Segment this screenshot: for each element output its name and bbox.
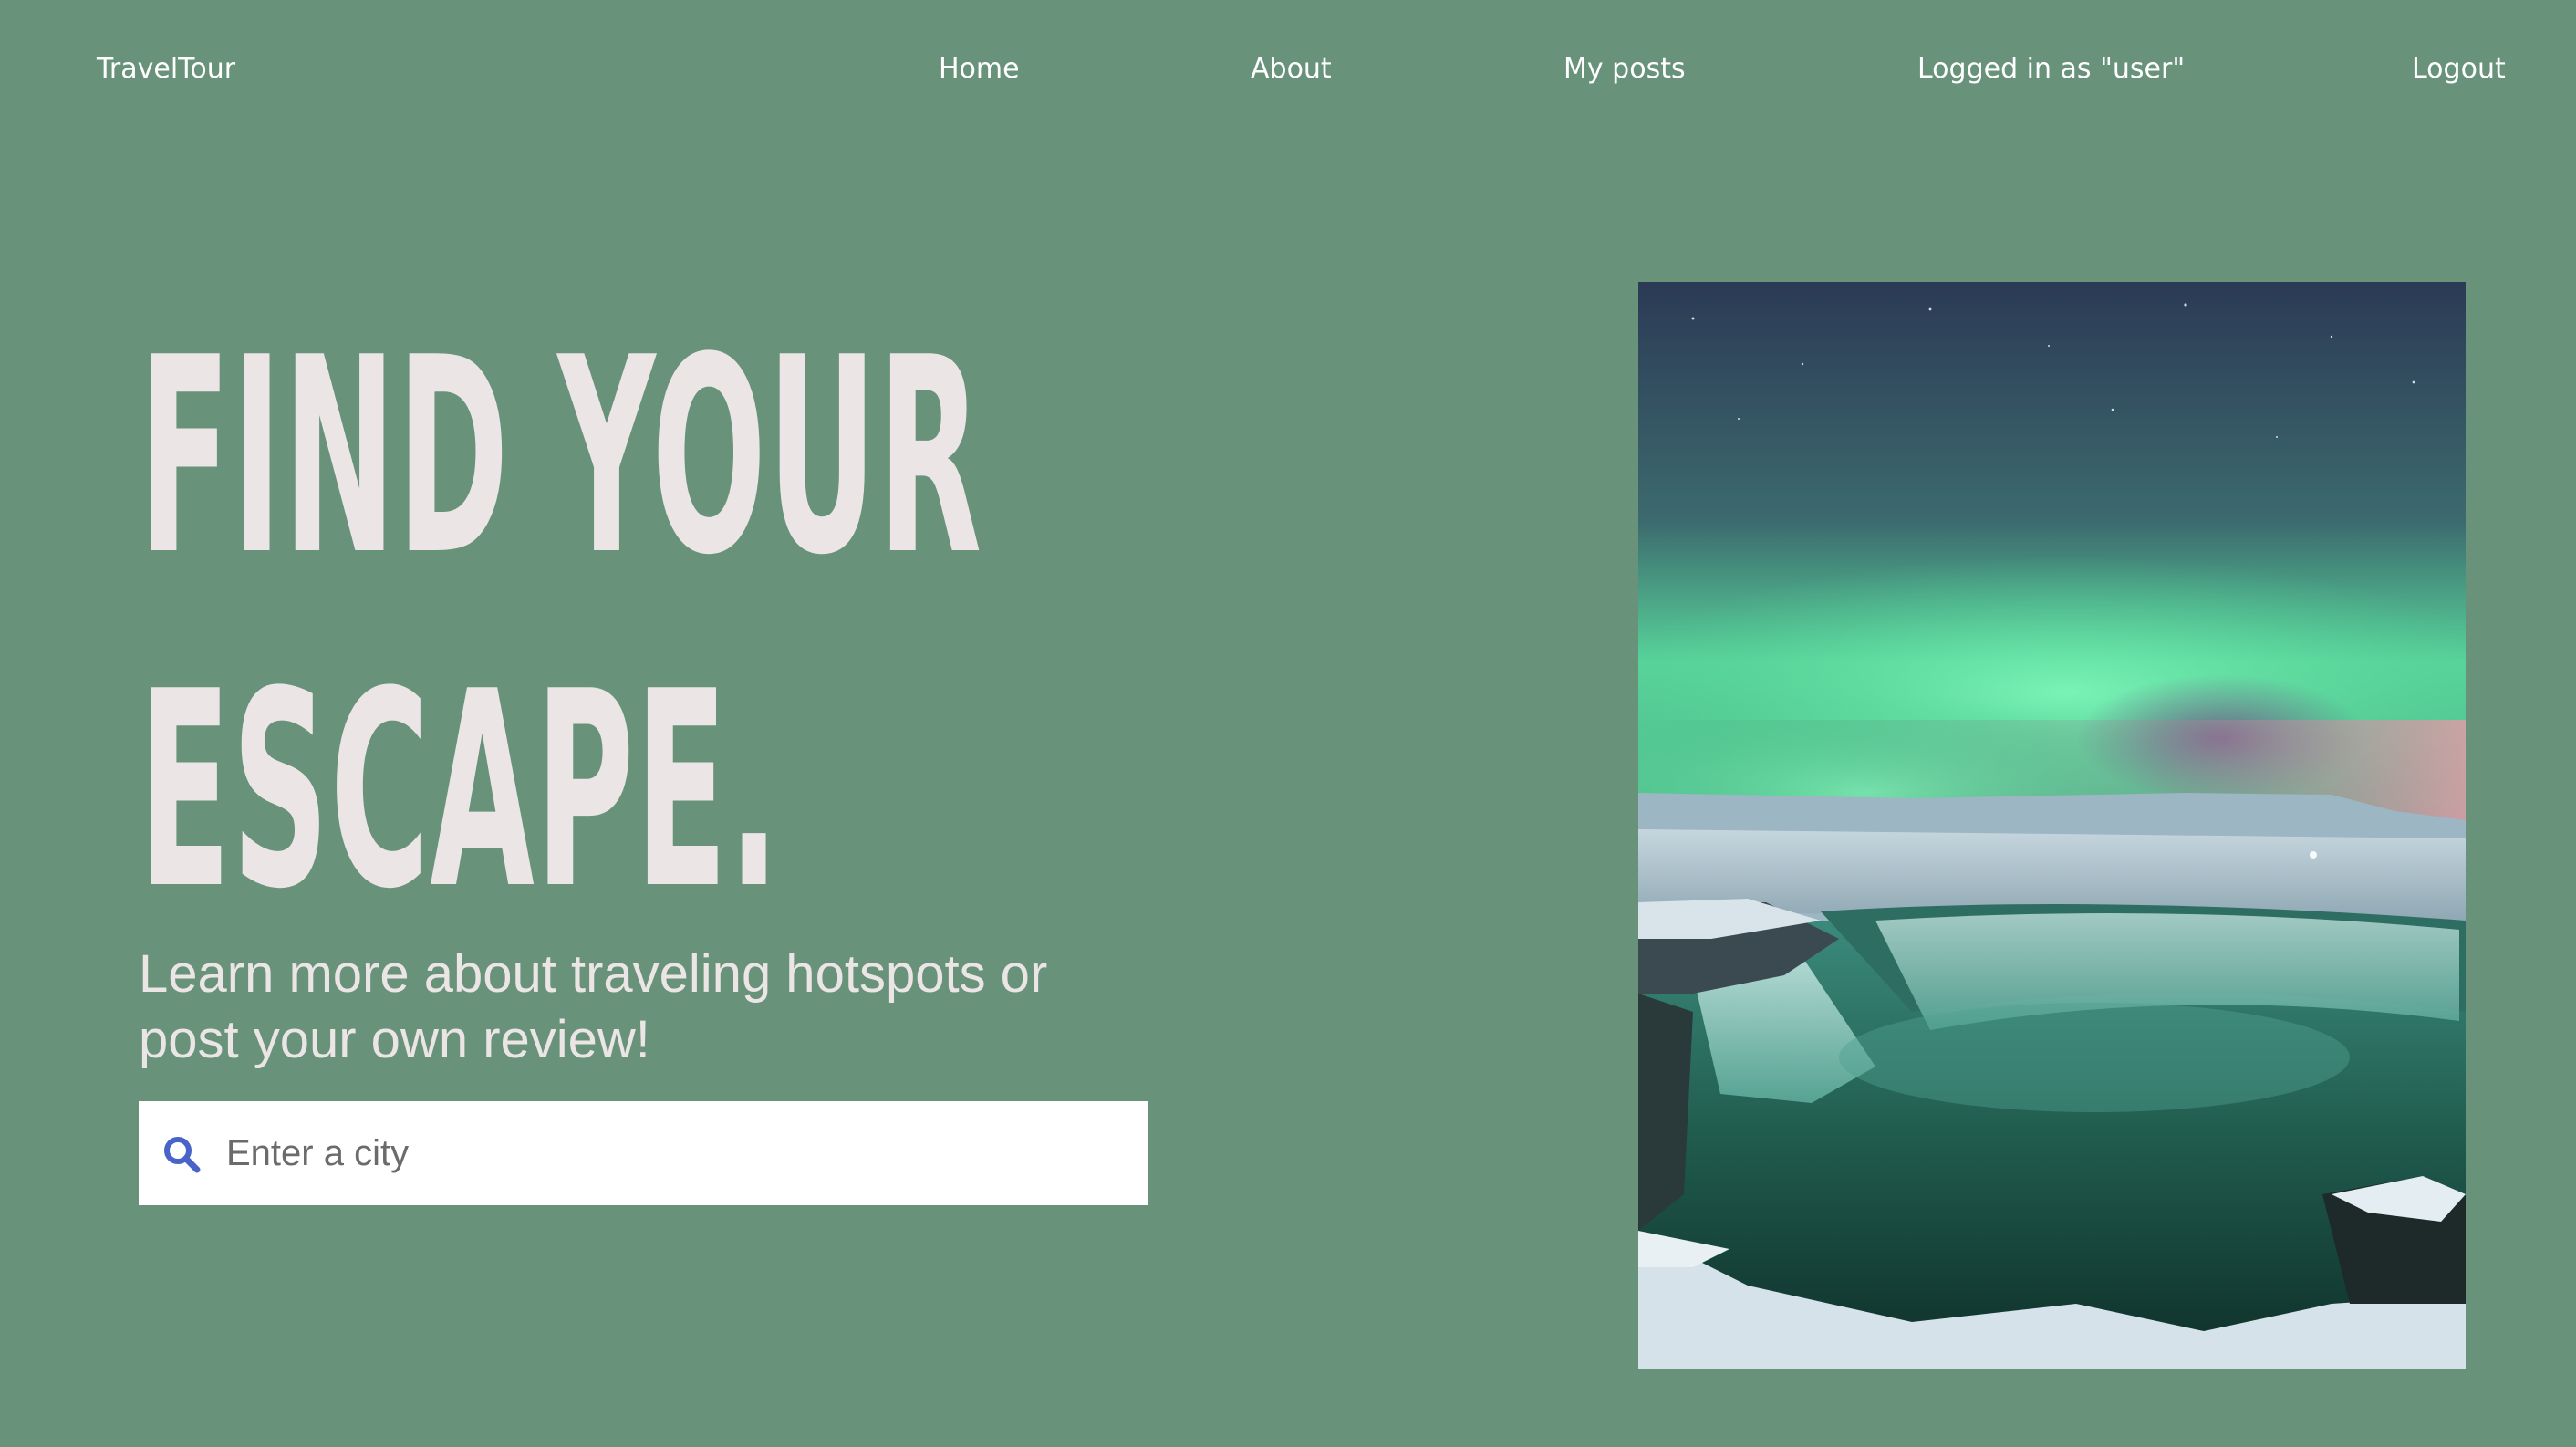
hero-title-line-2: ESCAPE. [139,633,781,948]
hero-image-aurora-waterfall [1638,282,2466,1369]
nav-home-link[interactable]: Home [939,51,1020,88]
nav-about-link[interactable]: About [1251,51,1332,88]
city-search-bar [139,1101,1148,1205]
nav-my-posts-link[interactable]: My posts [1563,51,1686,88]
logged-in-user-label: Logged in as "user" [1917,53,2186,85]
nav-logout-link[interactable]: Logout [2412,51,2506,88]
search-icon[interactable] [162,1135,201,1173]
city-search-input[interactable] [215,1101,1127,1205]
brand-logo[interactable]: TravelTour [97,51,235,88]
hero-subtitle: Learn more about traveling hotspots or p… [139,944,1048,1069]
hero-title: FIND YOUR ESCAPE. [139,290,983,958]
hero-title-line-1: FIND YOUR [139,299,983,614]
